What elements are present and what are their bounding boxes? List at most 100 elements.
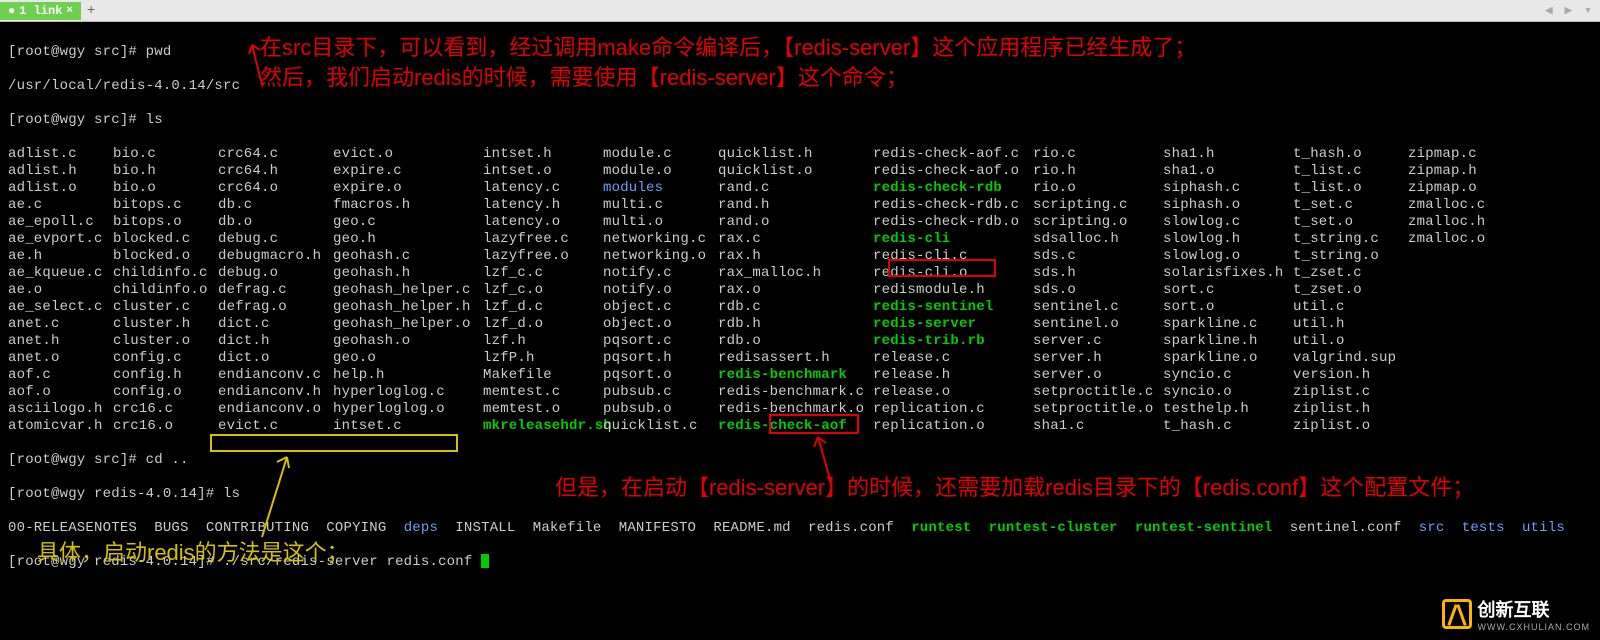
file-entry: zipmap.o bbox=[1408, 180, 1498, 197]
close-icon[interactable]: × bbox=[66, 5, 73, 17]
tab-active[interactable]: ● 1 link × bbox=[0, 2, 81, 20]
file-entry: BUGS bbox=[154, 520, 188, 536]
file-entry: db.c bbox=[218, 197, 333, 214]
file-entry: server.h bbox=[1033, 350, 1163, 367]
file-entry: t_string.c bbox=[1293, 231, 1408, 248]
file-entry: scripting.o bbox=[1033, 214, 1163, 231]
file-entry: runtest-cluster bbox=[989, 520, 1118, 536]
file-entry: redis-benchmark bbox=[718, 367, 873, 384]
file-entry: sentinel.conf bbox=[1290, 520, 1402, 536]
file-entry: redis-check-aof bbox=[718, 418, 873, 435]
next-tab-icon[interactable]: ▶ bbox=[1565, 3, 1573, 18]
file-entry: config.h bbox=[113, 367, 218, 384]
file-entry: geohash_helper.o bbox=[333, 316, 483, 333]
file-entry: server.c bbox=[1033, 333, 1163, 350]
file-entry: ziplist.h bbox=[1293, 401, 1408, 418]
file-entry: childinfo.c bbox=[113, 265, 218, 282]
file-entry: rand.o bbox=[718, 214, 873, 231]
file-entry: t_string.o bbox=[1293, 248, 1408, 265]
file-entry: crc16.c bbox=[113, 401, 218, 418]
file-entry: geo.c bbox=[333, 214, 483, 231]
terminal-output[interactable]: [root@wgy src]# pwd /usr/local/redis-4.0… bbox=[0, 22, 1600, 593]
file-entry: aof.c bbox=[8, 367, 113, 384]
file-entry: endianconv.o bbox=[218, 401, 333, 418]
file-entry: geohash.c bbox=[333, 248, 483, 265]
file-entry: adlist.h bbox=[8, 163, 113, 180]
file-entry: redis-cli.o bbox=[873, 265, 1033, 282]
file-entry: debug.c bbox=[218, 231, 333, 248]
file-entry: ae_kqueue.c bbox=[8, 265, 113, 282]
file-entry: redis-cli bbox=[873, 231, 1033, 248]
file-entry: pubsub.o bbox=[603, 401, 718, 418]
file-entry: redisassert.h bbox=[718, 350, 873, 367]
file-entry: lazyfree.o bbox=[483, 248, 603, 265]
file-entry: cluster.h bbox=[113, 316, 218, 333]
file-entry: defrag.o bbox=[218, 299, 333, 316]
file-entry: geohash.o bbox=[333, 333, 483, 350]
file-entry: anet.h bbox=[8, 333, 113, 350]
file-entry: quicklist.c bbox=[603, 418, 718, 435]
file-entry: setproctitle.o bbox=[1033, 401, 1163, 418]
file-entry: ae.c bbox=[8, 197, 113, 214]
file-entry: syncio.c bbox=[1163, 367, 1293, 384]
file-entry: multi.c bbox=[603, 197, 718, 214]
file-entry: evict.c bbox=[218, 418, 333, 435]
file-entry: ziplist.o bbox=[1293, 418, 1408, 435]
file-entry: sparkline.h bbox=[1163, 333, 1293, 350]
file-entry: Makefile bbox=[533, 520, 602, 536]
file-entry: t_set.o bbox=[1293, 214, 1408, 231]
file-entry: lzf.h bbox=[483, 333, 603, 350]
file-entry: cluster.c bbox=[113, 299, 218, 316]
file-entry: rand.h bbox=[718, 197, 873, 214]
file-entry: rax.h bbox=[718, 248, 873, 265]
file-entry: expire.c bbox=[333, 163, 483, 180]
file-entry: dict.o bbox=[218, 350, 333, 367]
watermark-logo-icon bbox=[1442, 599, 1472, 629]
new-tab-button[interactable]: + bbox=[81, 3, 101, 19]
file-entry: rio.h bbox=[1033, 163, 1163, 180]
file-entry: pqsort.h bbox=[603, 350, 718, 367]
file-entry: debugmacro.h bbox=[218, 248, 333, 265]
file-entry: config.o bbox=[113, 384, 218, 401]
file-entry: t_zset.c bbox=[1293, 265, 1408, 282]
file-entry: modules bbox=[603, 180, 718, 197]
file-entry: MANIFESTO bbox=[619, 520, 696, 536]
file-entry: bio.c bbox=[113, 146, 218, 163]
file-entry: scripting.c bbox=[1033, 197, 1163, 214]
file-entry: intset.c bbox=[333, 418, 483, 435]
file-entry: zmalloc.h bbox=[1408, 214, 1498, 231]
file-entry: dict.c bbox=[218, 316, 333, 333]
file-entry: rdb.c bbox=[718, 299, 873, 316]
tab-menu-icon[interactable]: ▾ bbox=[1584, 3, 1592, 18]
file-entry: deps bbox=[404, 520, 438, 536]
file-entry: siphash.o bbox=[1163, 197, 1293, 214]
prev-tab-icon[interactable]: ◀ bbox=[1545, 3, 1553, 18]
file-entry: anet.o bbox=[8, 350, 113, 367]
file-entry: crc16.o bbox=[113, 418, 218, 435]
file-entry: pqsort.o bbox=[603, 367, 718, 384]
file-entry: lazyfree.c bbox=[483, 231, 603, 248]
file-entry: t_hash.o bbox=[1293, 146, 1408, 163]
file-entry: latency.h bbox=[483, 197, 603, 214]
file-entry: anet.c bbox=[8, 316, 113, 333]
file-entry: endianconv.c bbox=[218, 367, 333, 384]
file-entry: tests bbox=[1462, 520, 1505, 536]
file-entry: redis-server bbox=[873, 316, 1033, 333]
file-entry: slowlog.c bbox=[1163, 214, 1293, 231]
file-entry: rio.c bbox=[1033, 146, 1163, 163]
file-entry: networking.c bbox=[603, 231, 718, 248]
file-entry: redis-check-rdb bbox=[873, 180, 1033, 197]
file-entry: aof.o bbox=[8, 384, 113, 401]
file-entry: t_set.c bbox=[1293, 197, 1408, 214]
file-entry: INSTALL bbox=[455, 520, 515, 536]
file-entry: hyperloglog.o bbox=[333, 401, 483, 418]
file-entry: replication.o bbox=[873, 418, 1033, 435]
tab-nav: ◀ ▶ ▾ bbox=[1543, 3, 1594, 18]
file-entry: redis-cli.c bbox=[873, 248, 1033, 265]
file-entry: zipmap.c bbox=[1408, 146, 1498, 163]
file-entry: geohash_helper.c bbox=[333, 282, 483, 299]
file-entry: lzf_d.c bbox=[483, 299, 603, 316]
file-entry: README.md bbox=[713, 520, 790, 536]
ls-output-2: 00-RELEASENOTES BUGS CONTRIBUTING COPYIN… bbox=[8, 520, 1592, 537]
file-entry: redis-check-rdb.c bbox=[873, 197, 1033, 214]
